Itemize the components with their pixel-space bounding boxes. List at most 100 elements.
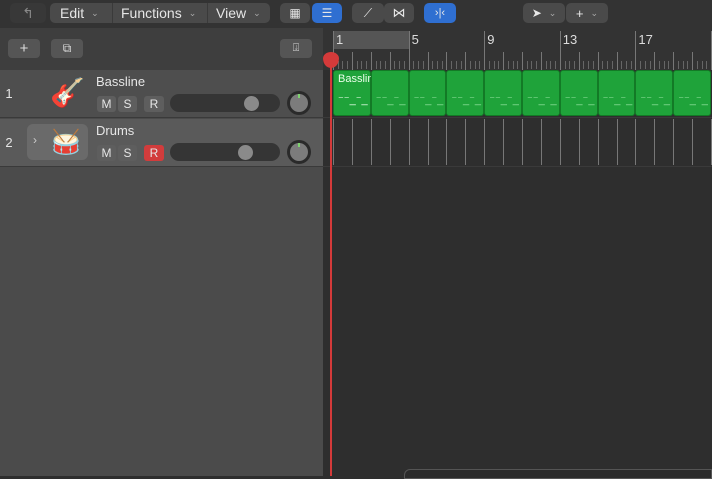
grid-line xyxy=(578,119,580,165)
edit-menu[interactable]: Edit ⌄ xyxy=(52,3,107,23)
bar-number: 9 xyxy=(487,32,495,47)
chevron-down-icon: ⌄ xyxy=(253,7,261,18)
pan-knob[interactable] xyxy=(287,140,311,164)
grid-line xyxy=(597,119,599,165)
ruler-subtick xyxy=(649,61,651,69)
midi-notes: ⁻⁻_⁻_ xyxy=(640,94,671,106)
ruler-subtick xyxy=(512,61,514,69)
ruler-subtick xyxy=(536,61,538,69)
mute-button[interactable]: M xyxy=(97,145,116,161)
record-enable-button[interactable]: R xyxy=(144,145,164,161)
ruler-subtick xyxy=(677,61,679,69)
track-row[interactable]: 2 › 🥁 Drums M S R xyxy=(0,119,323,167)
ruler-subtick xyxy=(668,61,670,69)
grid-icon[interactable]: ▦ xyxy=(280,3,310,23)
crossfade-icon[interactable]: ⋈ xyxy=(384,3,414,23)
disclosure-chevron-icon[interactable]: › xyxy=(33,133,37,147)
region-loop[interactable]: ⁻⁻_⁻_ Bassline xyxy=(333,70,380,116)
region-loop[interactable]: ⁻⁻_⁻_ xyxy=(484,70,522,116)
ruler-subtick xyxy=(706,61,708,69)
region-loop[interactable]: ⁻⁻_⁻_ xyxy=(408,70,447,116)
ruler-subtick xyxy=(663,61,665,69)
region-loop[interactable]: ⁻⁻_⁻_ xyxy=(673,70,711,116)
grid-line xyxy=(465,119,467,165)
bass-guitar-icon: 🎸 xyxy=(50,77,85,108)
ruler-subtick xyxy=(432,61,434,69)
chevron-down-icon: ⌄ xyxy=(91,7,99,18)
mute-button[interactable]: M xyxy=(97,96,116,112)
ruler-subtick xyxy=(630,61,632,69)
add-icon: + xyxy=(19,40,29,57)
add-track-button[interactable]: + xyxy=(8,39,40,58)
grid-line xyxy=(408,119,410,165)
ruler-subtick xyxy=(507,61,509,69)
snap-icon[interactable]: ›|‹ xyxy=(424,3,456,23)
midi-notes: ⁻⁻_⁻_ xyxy=(489,94,519,106)
download-icon[interactable]: ⍗ xyxy=(280,39,312,58)
ruler-subtick xyxy=(687,61,689,69)
ruler-subtick xyxy=(399,61,401,69)
ruler-tick xyxy=(559,31,561,70)
ruler-subtick xyxy=(347,61,349,69)
midi-notes: ⁻⁻_⁻_ xyxy=(678,94,708,106)
volume-knob[interactable] xyxy=(238,145,253,160)
ruler-tick xyxy=(540,52,542,70)
ruler-tick xyxy=(351,52,353,70)
timeline-ruler[interactable]: 1 5 9 13 17 xyxy=(323,28,712,70)
grid-line xyxy=(540,119,542,165)
volume-knob[interactable] xyxy=(244,96,259,111)
record-enable-button[interactable]: R xyxy=(144,96,164,112)
ruler-tick xyxy=(616,52,618,70)
region-loop[interactable]: ⁻⁻_⁻_ xyxy=(370,70,409,116)
list-view-icon[interactable]: ☰ xyxy=(312,3,342,23)
duplicate-track-icon[interactable]: ⧉ xyxy=(51,39,83,58)
ruler-subtick xyxy=(545,61,547,69)
chevron-down-icon: ⌄ xyxy=(188,7,197,18)
ruler-subtick xyxy=(361,61,363,69)
midi-notes: ⁻⁻_⁻_ xyxy=(602,94,633,106)
ruler-subtick xyxy=(375,61,377,69)
ruler-subtick xyxy=(611,61,613,69)
track-number: 1 xyxy=(5,86,13,101)
ruler-tick xyxy=(635,31,637,70)
ruler-subtick xyxy=(455,61,457,69)
pointer-tool-icon[interactable]: ➤ ⌄ xyxy=(523,3,565,23)
crosshair-tool-icon[interactable]: + ⌄ xyxy=(566,3,608,23)
ruler-tick xyxy=(484,31,486,70)
ruler-tick xyxy=(673,52,675,70)
ruler-subtick xyxy=(403,61,405,69)
ruler-subtick xyxy=(588,61,590,69)
automation-icon[interactable]: ⟋ xyxy=(352,3,384,23)
ruler-tick xyxy=(370,52,372,70)
track-row[interactable]: 1 🎸 Bassline M S R xyxy=(0,70,323,118)
ruler-subtick xyxy=(441,61,443,69)
functions-label: Functions xyxy=(121,5,182,21)
ruler-subtick xyxy=(602,61,604,69)
grid-line xyxy=(692,119,694,165)
grid-line xyxy=(351,119,353,165)
view-menu[interactable]: View ⌄ xyxy=(207,3,269,23)
ruler-subtick xyxy=(356,61,358,69)
volume-slider[interactable] xyxy=(170,143,280,161)
region-loop[interactable]: ⁻⁻_⁻_ xyxy=(597,70,636,116)
region-loop[interactable]: ⁻⁻_⁻_ xyxy=(559,70,598,116)
region-loop[interactable]: ⁻⁻_⁻_ xyxy=(446,70,485,116)
region-loop[interactable]: ⁻⁻_⁻_ xyxy=(635,70,674,116)
view-label: View xyxy=(216,5,247,21)
ruler-tick xyxy=(578,52,580,70)
solo-button[interactable]: S xyxy=(118,145,137,161)
back-arrow-icon[interactable]: ↰ xyxy=(10,3,46,23)
volume-slider[interactable] xyxy=(170,94,280,112)
pan-knob[interactable] xyxy=(287,91,311,115)
cycle-region[interactable] xyxy=(333,31,409,49)
functions-menu[interactable]: Functions ⌄ xyxy=(112,3,204,23)
grid-line xyxy=(673,119,675,165)
midi-notes: ⁻⁻_⁻_ xyxy=(451,94,482,106)
ruler-subtick xyxy=(682,61,684,69)
ruler-subtick xyxy=(531,61,533,69)
region-loop[interactable]: ⁻⁻_⁻_ xyxy=(522,70,560,116)
ruler-subtick xyxy=(625,61,627,69)
solo-button[interactable]: S xyxy=(118,96,137,112)
ruler-subtick xyxy=(380,61,382,69)
track-name: Drums xyxy=(96,123,135,138)
